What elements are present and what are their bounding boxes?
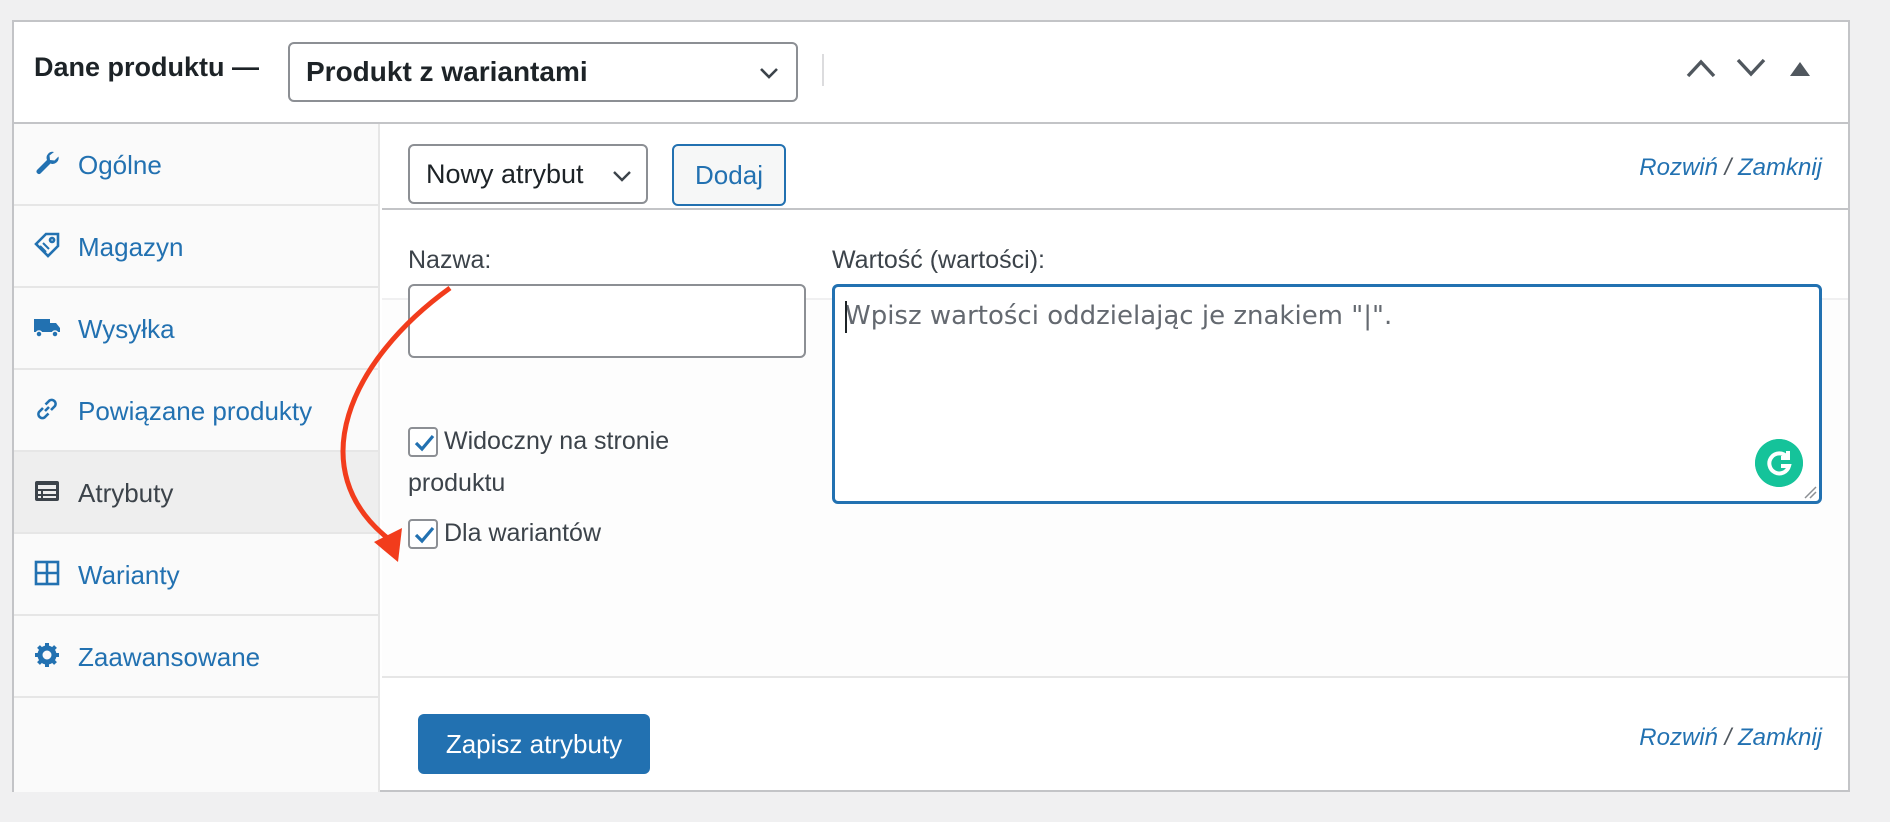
visible-label: Widoczny na stronie <box>444 427 670 455</box>
tag-icon <box>34 232 60 258</box>
tab-label: Warianty <box>78 560 180 590</box>
wrench-icon <box>36 151 59 174</box>
move-up-icon[interactable] <box>1684 56 1718 80</box>
tab-label: Zaawansowane <box>78 642 261 672</box>
chevron-down-icon <box>613 171 631 182</box>
tab-label: Magazyn <box>78 232 184 262</box>
expand-link[interactable]: Rozwiń <box>1639 154 1718 181</box>
toggle-panel-icon[interactable] <box>1790 62 1810 76</box>
panel-title: Dane produktu — <box>34 52 260 82</box>
attribute-name-input[interactable] <box>408 284 806 358</box>
text-caret <box>845 301 847 333</box>
name-label: Nazwa: <box>408 246 492 274</box>
resize-handle-icon[interactable] <box>1803 485 1817 499</box>
product-type-select[interactable]: Produkt z wariantami <box>288 42 798 102</box>
gear-icon <box>35 643 59 667</box>
collapse-link[interactable]: Zamknij <box>1738 154 1822 181</box>
link-icon <box>37 398 57 420</box>
chevron-down-icon <box>760 68 778 79</box>
expand-collapse-links-bottom: Rozwiń / Zamknij <box>1639 724 1822 752</box>
truck-icon <box>34 319 60 338</box>
expand-collapse-links: Rozwiń / Zamknij <box>1639 154 1822 182</box>
annotation-arrow-icon <box>340 285 452 562</box>
grid-icon <box>34 560 60 586</box>
move-down-icon[interactable] <box>1734 56 1768 80</box>
panel-header: Dane produktu — Produkt z wariantami <box>14 22 1848 124</box>
value-label: Wartość (wartości): <box>832 246 1045 274</box>
list-icon <box>35 481 59 501</box>
attribute-select[interactable]: Nowy atrybut <box>408 144 648 204</box>
collapse-link[interactable]: Zamknij <box>1738 724 1822 751</box>
tab-inventory[interactable]: Magazyn <box>14 206 378 288</box>
expand-link[interactable]: Rozwiń <box>1639 724 1718 751</box>
product-data-panel: Dane produktu — Produkt z wariantami Ogó… <box>12 20 1850 792</box>
attributes-panel: Nowy atrybut Dodaj Rozwiń / Zamknij Nazw… <box>382 124 1848 792</box>
attribute-select-value: Nowy atrybut <box>426 159 584 189</box>
tab-general[interactable]: Ogólne <box>14 124 378 206</box>
link-separator: / <box>1724 724 1732 751</box>
tab-advanced[interactable]: Zaawansowane <box>14 616 378 698</box>
product-type-value: Produkt z wariantami <box>306 56 588 87</box>
variations-label: Dla wariantów <box>444 519 602 547</box>
tab-label: Powiązane produkty <box>78 396 313 426</box>
add-attribute-button[interactable]: Dodaj <box>672 144 786 206</box>
tab-label: Ogólne <box>78 150 162 180</box>
link-separator: / <box>1724 154 1732 181</box>
grammarly-icon[interactable] <box>1755 439 1803 487</box>
values-placeholder: Wpisz wartości oddzielając je znakiem "|… <box>845 301 1393 331</box>
save-attributes-button[interactable]: Zapisz atrybuty <box>418 714 650 774</box>
tab-label: Atrybuty <box>78 478 174 508</box>
attribute-values-textarea[interactable]: Wpisz wartości oddzielając je znakiem "|… <box>832 284 1822 504</box>
header-separator <box>822 54 824 86</box>
tab-label: Wysyłka <box>78 314 175 344</box>
